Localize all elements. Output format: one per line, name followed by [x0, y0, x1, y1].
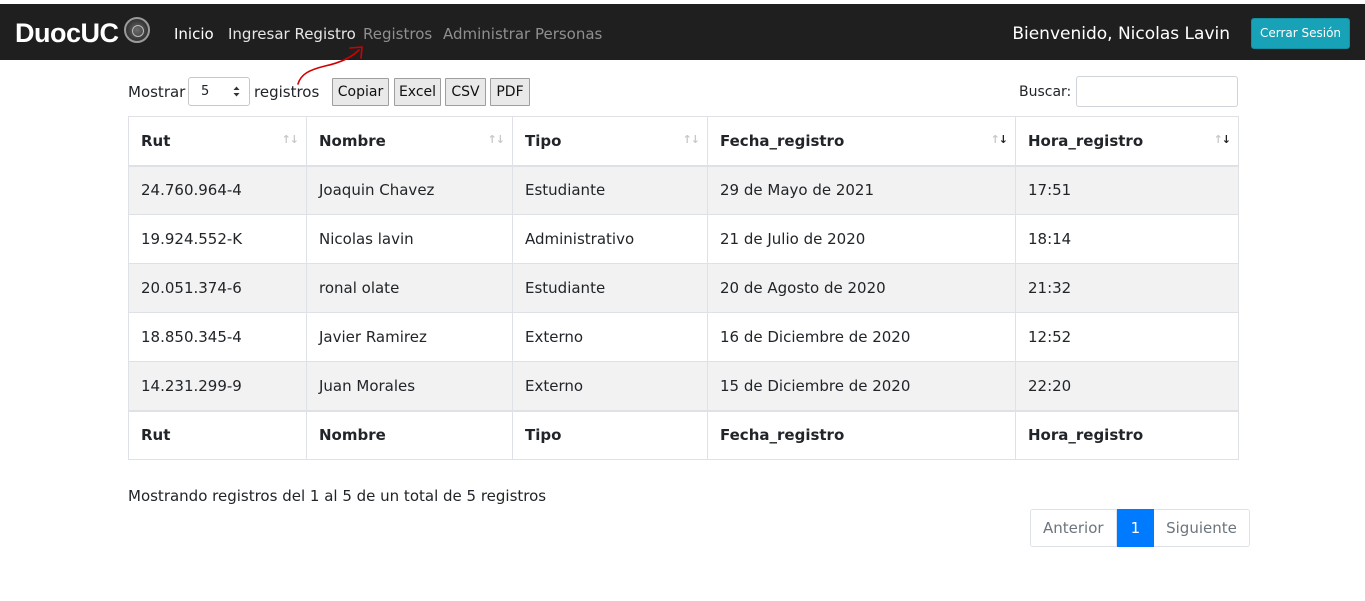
page-length-value: 5 — [201, 84, 210, 99]
cell-tipo: Estudiante — [512, 263, 708, 313]
column-header-tipo[interactable]: Tipo ↑↓ — [512, 116, 708, 167]
records-label: registros — [254, 83, 320, 101]
nav-administrar-personas[interactable]: Administrar Personas — [443, 24, 602, 44]
cell-nombre: Javier Ramirez — [306, 312, 513, 362]
nav-registros[interactable]: Registros — [363, 24, 432, 44]
column-header-fecha-registro[interactable]: Fecha_registro ↑↓ — [707, 116, 1016, 167]
cell-tipo: Administrativo — [512, 214, 708, 264]
cell-rut: 24.760.964-4 — [128, 165, 307, 215]
cell-rut: 19.924.552-K — [128, 214, 307, 264]
cell-hora: 12:52 — [1015, 312, 1239, 362]
table-row: 20.051.374-6 ronal olate Estudiante 20 d… — [128, 263, 1239, 313]
cell-tipo: Externo — [512, 361, 708, 411]
cell-nombre: ronal olate — [306, 263, 513, 313]
navbar: DuocUC Inicio Ingresar Registro Registro… — [0, 4, 1365, 60]
column-header-rut[interactable]: Rut ↑↓ — [128, 116, 307, 167]
footer-header-hora-registro: Hora_registro — [1015, 409, 1239, 460]
cell-rut: 14.231.299-9 — [128, 361, 307, 411]
next-page-button[interactable]: Siguiente — [1154, 509, 1250, 547]
csv-button[interactable]: CSV — [445, 78, 486, 106]
page-1-button[interactable]: 1 — [1116, 509, 1155, 547]
select-arrows-icon — [233, 86, 240, 97]
footer-header-rut: Rut — [128, 409, 307, 460]
logout-button[interactable]: Cerrar Sesión — [1251, 18, 1350, 49]
excel-button[interactable]: Excel — [394, 78, 441, 106]
cell-hora: 22:20 — [1015, 361, 1239, 411]
sort-desc-icon: ↑↓ — [990, 133, 1008, 146]
university-seal-icon — [124, 17, 150, 43]
records-table: Rut ↑↓ Nombre ↑↓ Tipo ↑↓ Fecha_registro ↑↓ H… — [128, 116, 1239, 460]
footer-header-fecha-registro: Fecha_registro — [707, 409, 1016, 460]
table-info: Mostrando registros del 1 al 5 de un tot… — [128, 487, 547, 505]
cell-nombre: Nicolas lavin — [306, 214, 513, 264]
cell-nombre: Juan Morales — [306, 361, 513, 411]
cell-tipo: Estudiante — [512, 165, 708, 215]
show-label: Mostrar — [128, 83, 186, 101]
copy-button[interactable]: Copiar — [332, 78, 389, 106]
footer-header-tipo: Tipo — [512, 409, 708, 460]
cell-tipo: Externo — [512, 312, 708, 362]
sort-desc-icon: ↑↓ — [1213, 133, 1231, 146]
cell-fecha: 16 de Diciembre de 2020 — [707, 312, 1016, 362]
column-header-label: Tipo — [525, 131, 562, 150]
cell-rut: 20.051.374-6 — [128, 263, 307, 313]
column-header-nombre[interactable]: Nombre ↑↓ — [306, 116, 513, 167]
table-footer-row: Rut Nombre Tipo Fecha_registro Hora_regi… — [128, 409, 1239, 460]
nav-ingresar-registro[interactable]: Ingresar Registro — [228, 24, 356, 44]
nav-inicio[interactable]: Inicio — [174, 24, 214, 44]
table-header-row: Rut ↑↓ Nombre ↑↓ Tipo ↑↓ Fecha_registro ↑↓ H… — [128, 116, 1239, 167]
table-row: 18.850.345-4 Javier Ramirez Externo 16 d… — [128, 312, 1239, 362]
table-row: 14.231.299-9 Juan Morales Externo 15 de … — [128, 361, 1239, 411]
cell-hora: 21:32 — [1015, 263, 1239, 313]
sort-icon: ↑↓ — [281, 133, 299, 146]
cell-fecha: 15 de Diciembre de 2020 — [707, 361, 1016, 411]
cell-rut: 18.850.345-4 — [128, 312, 307, 362]
column-header-hora-registro[interactable]: Hora_registro ↑↓ — [1015, 116, 1239, 167]
column-header-label: Hora_registro — [1028, 131, 1144, 150]
previous-page-button[interactable]: Anterior — [1030, 509, 1117, 547]
search-label: Buscar: — [1019, 84, 1072, 100]
column-header-label: Nombre — [319, 131, 386, 150]
footer-header-nombre: Nombre — [306, 409, 513, 460]
cell-hora: 17:51 — [1015, 165, 1239, 215]
page-length-select[interactable]: 5 — [188, 77, 250, 106]
table-row: 19.924.552-K Nicolas lavin Administrativ… — [128, 214, 1239, 264]
column-header-label: Fecha_registro — [720, 131, 845, 150]
table-row: 24.760.964-4 Joaquin Chavez Estudiante 2… — [128, 165, 1239, 215]
sort-icon: ↑↓ — [682, 133, 700, 146]
search-input[interactable] — [1076, 76, 1238, 107]
pagination: Anterior 1 Siguiente — [1030, 509, 1250, 547]
sort-icon: ↑↓ — [487, 133, 505, 146]
pdf-button[interactable]: PDF — [490, 78, 530, 106]
column-header-label: Rut — [141, 131, 171, 150]
cell-fecha: 20 de Agosto de 2020 — [707, 263, 1016, 313]
cell-fecha: 29 de Mayo de 2021 — [707, 165, 1016, 215]
cell-nombre: Joaquin Chavez — [306, 165, 513, 215]
cell-hora: 18:14 — [1015, 214, 1239, 264]
welcome-message: Bienvenido, Nicolas Lavin — [1012, 24, 1230, 44]
cell-fecha: 21 de Julio de 2020 — [707, 214, 1016, 264]
brand-logo[interactable]: DuocUC — [15, 18, 119, 48]
